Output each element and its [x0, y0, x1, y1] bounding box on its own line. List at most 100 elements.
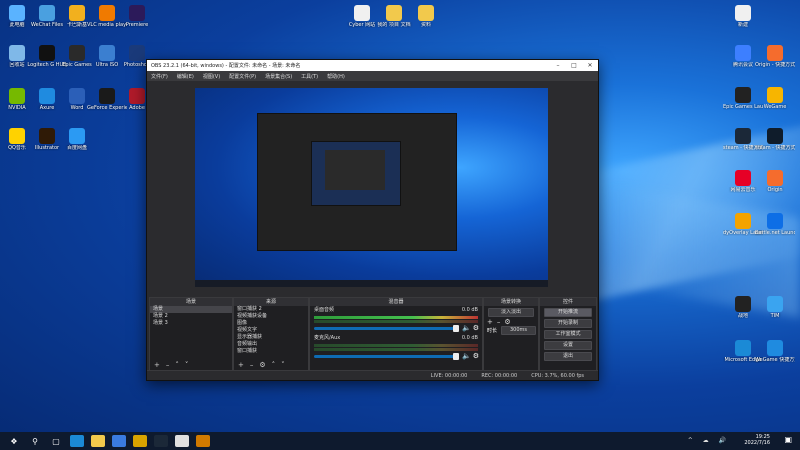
app-icon[interactable] — [133, 435, 147, 447]
menu-tools[interactable]: 工具(T) — [301, 73, 318, 80]
minimize-button[interactable]: – — [550, 62, 566, 69]
desktop-icon[interactable]: Battle.net Launcher — [755, 213, 795, 236]
obs-preview[interactable] — [195, 88, 548, 287]
app-icon — [129, 45, 145, 61]
remove-icon[interactable]: – — [166, 361, 170, 369]
volume-slider[interactable] — [314, 352, 459, 360]
mixer-dock: 混音器 桌面音频 0.0 dB 🔈 ⚙ 麦克风/Aux 0.0 dB 🔈 ⚙ — [309, 297, 483, 372]
menu-view[interactable]: 视图(V) — [203, 73, 220, 80]
app-icon — [386, 5, 402, 21]
desktop-icon[interactable]: Premiere — [117, 5, 157, 28]
mixer-channel-db: 0.0 dB — [461, 307, 478, 313]
studio-mode-button[interactable]: 工作室模式 — [544, 330, 592, 339]
audio-meter — [314, 316, 478, 319]
mixer-channel-name: 桌面音频 — [314, 307, 335, 313]
add-icon[interactable]: + — [154, 361, 160, 369]
desktop-icon[interactable]: WeGame 快捷方式 — [755, 340, 795, 363]
move-down-icon[interactable]: ˅ — [185, 361, 189, 369]
live-status: LIVE: 00:00:00 — [430, 372, 468, 379]
edge-icon[interactable] — [70, 435, 84, 447]
app-icon — [9, 45, 25, 61]
source-item[interactable]: 视频文字 — [234, 327, 308, 334]
desktop-icon-label: steam - 快捷方式 — [755, 145, 795, 151]
gear-icon[interactable]: ⚙ — [259, 361, 265, 369]
obs-taskbar-icon[interactable] — [175, 435, 189, 447]
source-item[interactable]: 显示器捕获 — [234, 334, 308, 341]
desktop-icon[interactable]: WeGame — [755, 87, 795, 110]
source-item[interactable]: 图像 — [234, 320, 308, 327]
source-item[interactable]: 窗口捕获 — [234, 348, 308, 355]
gear-icon[interactable]: ⚙ — [473, 324, 479, 332]
obs-statusbar: LIVE: 00:00:00 REC: 00:00:00 CPU: 3.7%, … — [147, 370, 598, 380]
controls-dock: 控件 开始推流 开始录制 工作室模式 设置 退出 — [539, 297, 597, 372]
desktop-icon[interactable]: 新建 — [723, 5, 763, 28]
preview-nested-obs-3 — [325, 150, 385, 190]
app-icon[interactable] — [196, 435, 210, 447]
menu-profile[interactable]: 配置文件(P) — [229, 73, 256, 80]
app-icon — [735, 213, 751, 229]
windows-start-icon[interactable]: ❖ — [7, 435, 21, 447]
steam-icon[interactable] — [154, 435, 168, 447]
app-icon — [129, 5, 145, 21]
close-button[interactable]: ✕ — [582, 62, 598, 69]
remove-icon[interactable]: – — [250, 361, 254, 369]
notification-icon[interactable]: ▣ — [784, 435, 792, 444]
clock[interactable]: 中 英 19:25 2022/7/16 — [744, 434, 770, 446]
volume-slider-knob[interactable] — [453, 352, 459, 360]
scene-item[interactable]: 场景 — [150, 306, 232, 313]
app-icon — [9, 5, 25, 21]
desktop-icon[interactable]: 百度网盘 — [57, 128, 97, 151]
obs-titlebar[interactable]: OBS 23.2.1 (64-bit, windows) - 配置文件: 未命名… — [147, 60, 598, 71]
desktop-icon-label: Origin — [767, 187, 783, 193]
source-item[interactable]: 音频输出 — [234, 341, 308, 348]
scene-item[interactable]: 场景 2 — [150, 313, 232, 320]
volume-slider[interactable] — [314, 324, 459, 332]
volume-slider-knob[interactable] — [453, 324, 459, 332]
audio-meter — [314, 344, 478, 347]
app-icon — [354, 5, 370, 21]
app-icon — [39, 88, 55, 104]
app-icon[interactable] — [112, 435, 126, 447]
app-icon — [767, 340, 783, 356]
add-icon[interactable]: + — [487, 318, 497, 326]
source-item[interactable]: 窗口捕获 2 — [234, 306, 308, 313]
move-up-icon[interactable]: ˄ — [175, 361, 179, 369]
menu-help[interactable]: 帮助(H) — [327, 73, 345, 80]
app-icon — [99, 5, 115, 21]
desktop-icon[interactable]: 资料 — [406, 5, 446, 28]
app-icon — [418, 5, 434, 21]
taskbar: ❖ ⚲ ▢ ^ ☁ 🔊 中 英 19:25 2022/7/16 ▣ — [0, 432, 800, 450]
app-icon — [735, 5, 751, 21]
menu-edit[interactable]: 编辑(E) — [177, 73, 194, 80]
desktop-icon[interactable]: Origin - 快捷方式 — [755, 45, 795, 68]
system-tray-icons[interactable]: ^ ☁ 🔊 — [688, 437, 730, 444]
desktop-icon[interactable]: steam - 快捷方式 — [755, 128, 795, 151]
menu-scene-collection[interactable]: 场景集合(S) — [265, 73, 292, 80]
desktop-icon-label: 资料 — [420, 22, 431, 28]
task-view-icon[interactable]: ▢ — [49, 435, 63, 447]
move-down-icon[interactable]: ˅ — [281, 361, 285, 369]
duration-input[interactable]: 300ms — [501, 326, 536, 335]
file-explorer-icon[interactable] — [91, 435, 105, 447]
gear-icon[interactable]: ⚙ — [504, 318, 514, 326]
desktop-icon[interactable]: Origin — [755, 170, 795, 193]
maximize-button[interactable]: □ — [566, 62, 582, 69]
transition-select[interactable]: 淡入淡出 — [488, 308, 534, 317]
search-icon[interactable]: ⚲ — [28, 435, 42, 447]
move-up-icon[interactable]: ˄ — [272, 361, 276, 369]
desktop-icon[interactable]: TIM — [755, 296, 795, 319]
start-recording-button[interactable]: 开始录制 — [544, 319, 592, 328]
settings-button[interactable]: 设置 — [544, 341, 592, 350]
add-icon[interactable]: + — [238, 361, 244, 369]
obs-window[interactable]: OBS 23.2.1 (64-bit, windows) - 配置文件: 未命名… — [146, 59, 599, 381]
speaker-icon[interactable]: 🔈 — [462, 352, 471, 360]
gear-icon[interactable]: ⚙ — [473, 352, 479, 360]
app-icon — [99, 45, 115, 61]
speaker-icon[interactable]: 🔈 — [462, 324, 471, 332]
menu-file[interactable]: 文件(F) — [151, 73, 168, 80]
exit-button[interactable]: 退出 — [544, 352, 592, 361]
audio-meter — [314, 348, 478, 351]
scene-item[interactable]: 场景 3 — [150, 320, 232, 327]
start-streaming-button[interactable]: 开始推流 — [544, 308, 592, 317]
source-item[interactable]: 视频捕获设备 — [234, 313, 308, 320]
